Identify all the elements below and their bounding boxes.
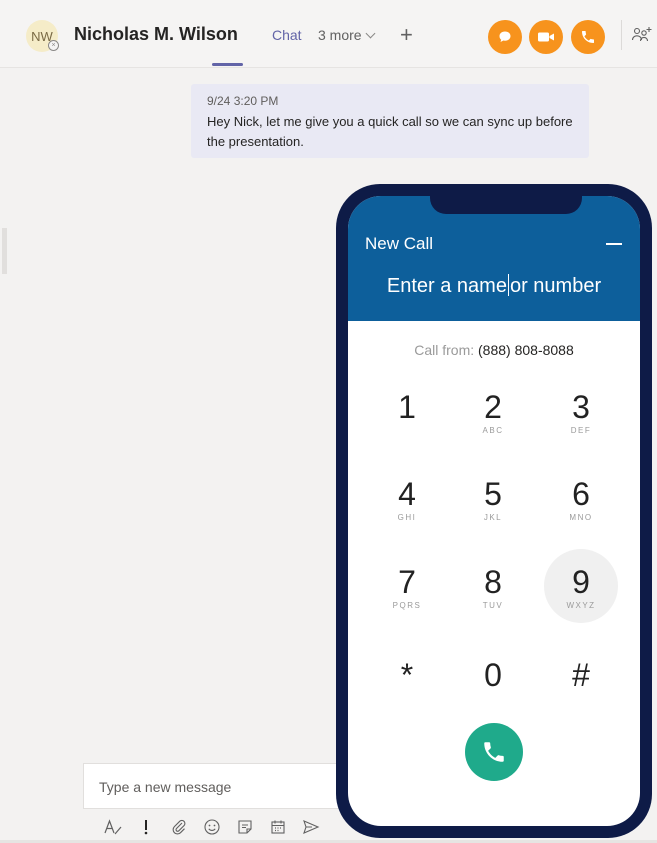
video-call-button[interactable] [529,20,563,54]
dial-key-0[interactable]: 0 [456,636,530,710]
attach-button[interactable] [162,816,195,838]
schedule-meeting-button[interactable] [261,816,294,838]
place-call-button[interactable] [465,723,523,781]
presence-status-icon: × [48,40,59,51]
message-text: Hey Nick, let me give you a quick call s… [207,114,573,149]
audio-call-button[interactable] [571,20,605,54]
tab-more[interactable]: 3 more [318,27,376,43]
dialer-screen: New Call Enter a name or number Call from… [348,196,640,826]
active-tab-indicator [212,63,243,66]
minimize-button[interactable] [606,243,622,245]
dial-key-3[interactable]: 3 DEF [544,374,618,448]
text-caret [507,274,509,296]
dial-key-digit: 3 [572,389,590,425]
dial-key-digit: 1 [398,389,416,425]
message-timestamp: 9/24 3:20 PM [207,94,279,108]
emoji-icon [203,819,220,835]
dial-key-digit: 4 [398,476,416,512]
exclamation-icon [144,820,147,835]
format-icon [103,819,121,835]
add-tab-button[interactable]: + [400,22,413,48]
dial-key-letters: JKL [483,513,503,522]
phone-icon [484,742,504,762]
dial-key-digit: 6 [572,476,590,512]
tab-more-label: 3 more [318,27,362,43]
phone-icon [582,31,594,43]
phone-notch [430,196,582,214]
chat-bubble-icon [499,31,511,42]
dial-key-9[interactable]: 9 WXYZ [544,549,618,623]
call-from-line: Call from: (888) 808-8088 [348,342,640,358]
chevron-down-icon [365,28,376,39]
dial-key-letters: WXYZ [566,601,596,610]
composer-toolbar [96,816,327,838]
dial-key-4[interactable]: 4 GHI [370,461,444,535]
dial-key-letters: DEF [570,426,592,435]
sticker-icon [237,820,252,834]
sticker-button[interactable] [228,816,261,838]
dial-key-letters: MNO [569,513,593,522]
dial-key-digit: 0 [484,657,502,693]
video-camera-icon [538,32,554,42]
composer-placeholder: Type a new message [99,779,232,795]
chat-message: 9/24 3:20 PM Hey Nick, let me give you a… [191,84,589,158]
dial-key-hash[interactable]: # [544,636,618,710]
tab-chat[interactable]: Chat [272,27,302,43]
dial-input-text-start: Enter a name [386,275,507,297]
dial-key-digit: 5 [484,476,502,512]
dialer-title: New Call [365,234,434,253]
phone-frame: New Call Enter a name or number Call from… [336,184,652,838]
header-divider [621,20,622,50]
send-button[interactable] [294,816,327,838]
emoji-button[interactable] [195,816,228,838]
dial-key-digit: 2 [484,389,502,425]
dial-key-digit: 8 [484,564,502,600]
dial-key-letters: ABC [482,426,504,435]
calendar-icon [270,820,285,834]
contact-name[interactable]: Nicholas M. Wilson [74,24,238,45]
dial-key-8[interactable]: 8 TUV [456,549,530,623]
dial-key-letters: TUV [482,601,504,610]
dial-key-digit: * [400,657,414,693]
dial-key-1[interactable]: 1 [370,374,444,448]
call-from-label: Call from: [414,342,475,358]
dial-key-letters: PQRS [392,601,422,610]
dial-key-7[interactable]: 7 PQRS [370,549,444,623]
dialer-header: New Call Enter a name or number [348,196,640,321]
dial-key-digit: 9 [572,564,590,600]
side-panel-handle[interactable] [2,228,7,274]
dial-key-5[interactable]: 5 JKL [456,461,530,535]
add-people-icon [631,27,652,42]
format-button[interactable] [96,816,129,838]
dial-key-2[interactable]: 2 ABC [456,374,530,448]
paperclip-icon [172,819,185,835]
meet-now-button[interactable] [488,20,522,54]
send-icon [302,820,319,834]
call-from-number: (888) 808-8088 [478,342,574,358]
dial-key-digit: # [572,657,590,693]
dial-key-star[interactable]: * [370,636,444,710]
message-composer[interactable]: Type a new message [83,763,373,809]
important-button[interactable] [129,816,162,838]
add-people-button[interactable] [631,26,653,44]
dial-key-digit: 7 [398,564,416,600]
dial-input[interactable]: Enter a name or number [348,274,640,298]
chat-header: NW × Nicholas M. Wilson Chat 3 more + [0,0,657,68]
dial-input-text-end: or number [509,275,602,297]
dial-key-letters: GHI [397,513,417,522]
dial-key-6[interactable]: 6 MNO [544,461,618,535]
